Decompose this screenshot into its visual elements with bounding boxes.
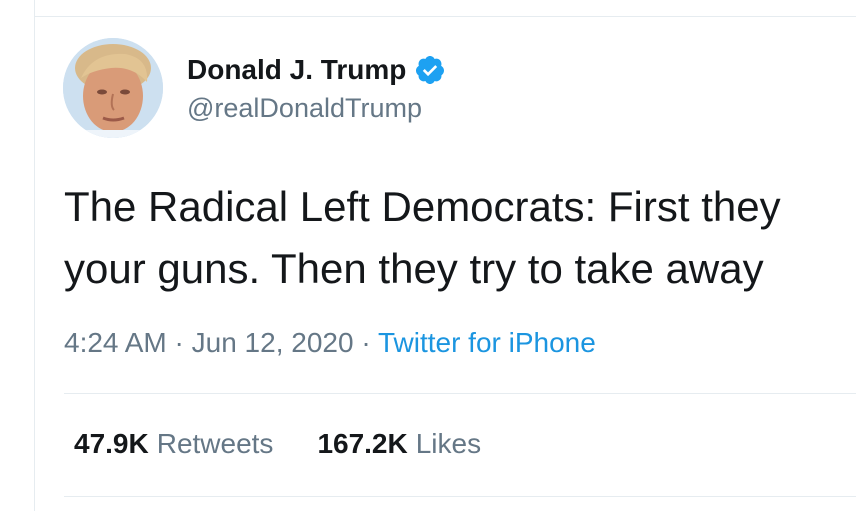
tweet-time[interactable]: 4:24 AM	[64, 327, 167, 358]
author-name-row: Donald J. Trump	[187, 52, 446, 88]
author-display-name[interactable]: Donald J. Trump	[187, 54, 406, 86]
stats-bottom-divider	[64, 496, 856, 497]
avatar[interactable]	[63, 38, 163, 138]
tweet-page: Donald J. Trump @realDonaldTrump The Rad…	[0, 0, 856, 511]
stats-top-divider	[64, 393, 856, 394]
verified-badge-icon	[416, 56, 445, 84]
meta-separator: ·	[353, 327, 378, 358]
retweets-label: Retweets	[156, 428, 274, 459]
tweet-stats: 47.9K Retweets 167.2K Likes	[74, 428, 481, 460]
column-divider	[34, 0, 35, 511]
tweet-text-line: your guns. Then they try to take away	[64, 245, 764, 292]
likes-label: Likes	[415, 428, 482, 459]
meta-separator: ·	[166, 327, 192, 358]
tweet-source-link[interactable]: Twitter for iPhone	[378, 327, 596, 358]
likes-count: 167.2K	[317, 428, 408, 459]
author-handle[interactable]: @realDonaldTrump	[187, 93, 422, 124]
retweets-count: 47.9K	[74, 428, 149, 459]
top-divider	[34, 16, 856, 17]
tweet-text: The Radical Left Democrats: First they y…	[64, 176, 856, 300]
retweets-stat[interactable]: 47.9K Retweets	[74, 428, 273, 460]
tweet-meta: 4:24 AM · Jun 12, 2020 · Twitter for iPh…	[64, 327, 596, 359]
likes-stat[interactable]: 167.2K Likes	[317, 428, 481, 460]
profile-photo-icon	[63, 38, 163, 138]
tweet-date[interactable]: Jun 12, 2020	[192, 327, 354, 358]
tweet-text-line: The Radical Left Democrats: First they	[64, 183, 781, 230]
